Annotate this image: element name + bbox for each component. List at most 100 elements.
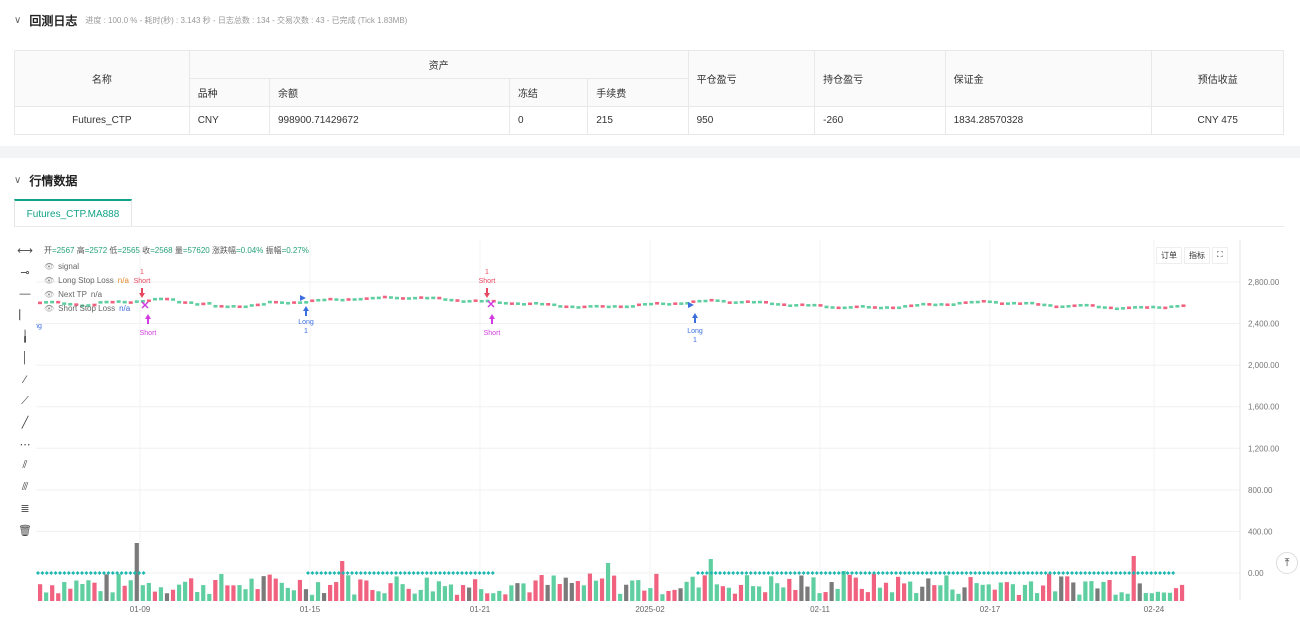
volume-bar xyxy=(110,592,115,601)
volume-bar xyxy=(436,581,441,601)
x-tick-label: 01-15 xyxy=(300,605,321,614)
signal-type-label: Short xyxy=(479,278,496,285)
eye-icon[interactable]: 👁 xyxy=(44,290,54,299)
volume-bar xyxy=(285,587,290,601)
signal-dot xyxy=(1127,571,1132,575)
volume-bar xyxy=(418,589,423,601)
vertical-line-icon[interactable]: ⎸ xyxy=(14,305,36,327)
order-button[interactable]: 订单 xyxy=(1156,247,1182,264)
candle xyxy=(249,304,254,307)
volume-bar xyxy=(853,577,858,601)
candle xyxy=(933,303,938,307)
signal-dot xyxy=(801,571,806,575)
trash-icon[interactable]: 🗑 xyxy=(14,520,36,542)
volume-bar xyxy=(968,577,973,601)
signal-qty-label: 1 xyxy=(485,269,489,276)
signal-dot xyxy=(1061,571,1066,575)
col-margin: 保证金 xyxy=(944,50,1153,107)
candle xyxy=(636,303,641,307)
volume-bar xyxy=(714,584,719,601)
eye-icon[interactable]: 👁 xyxy=(44,262,54,271)
volume-bar xyxy=(642,590,647,601)
candle xyxy=(1066,305,1071,308)
signal-dot xyxy=(1114,571,1118,575)
fib-levels-icon[interactable]: ≣ xyxy=(14,498,36,520)
candle xyxy=(842,306,847,310)
signal-dot xyxy=(735,571,740,575)
segment-line-icon[interactable]: ╱ xyxy=(14,412,36,434)
indicator-button[interactable]: 指标 xyxy=(1184,247,1210,264)
price-channel-icon[interactable]: ⋯ xyxy=(14,434,36,456)
candle xyxy=(431,296,436,300)
volume-bar xyxy=(618,593,623,601)
trend-line-icon[interactable]: ⁄ xyxy=(14,369,36,391)
volume-bar xyxy=(86,580,91,601)
volume-bar xyxy=(720,586,725,601)
parallel-channel-icon[interactable]: ⫽ xyxy=(14,455,36,477)
legend-item[interactable]: 👁 Long Stop Loss n/a xyxy=(44,273,130,287)
candle xyxy=(503,301,508,305)
candle xyxy=(733,301,738,304)
signal-dot xyxy=(40,571,45,575)
volume-bar xyxy=(781,587,786,601)
volume-bar xyxy=(128,580,133,601)
volume-bar xyxy=(80,584,85,601)
volume-bar xyxy=(442,586,448,601)
fibonacci-icon[interactable]: ⫻ xyxy=(14,477,36,499)
horizontal-ray-icon[interactable]: ⊸ xyxy=(14,262,36,284)
y-tick-label: 2,800.00 xyxy=(1248,278,1280,287)
chevron-down-icon[interactable]: ∨ xyxy=(14,175,21,186)
eye-icon[interactable]: 👁 xyxy=(44,304,54,313)
candle xyxy=(437,296,442,300)
legend-item[interactable]: 👁 Short Stop Loss n/a xyxy=(44,301,130,315)
volume-bar xyxy=(261,576,266,601)
signal-dot xyxy=(438,571,442,575)
eye-icon[interactable]: 👁 xyxy=(44,276,54,285)
signal-dot xyxy=(964,571,969,575)
signal-dot xyxy=(1171,571,1176,575)
signal-dot xyxy=(420,571,425,575)
candle xyxy=(757,300,762,304)
tab-futures-ctp-ma888[interactable]: Futures_CTP.MA888 xyxy=(14,199,132,227)
volume-bar xyxy=(1065,576,1070,601)
vertical-segment-icon[interactable]: │ xyxy=(14,348,36,370)
volume-bar xyxy=(920,586,925,601)
candle xyxy=(1127,306,1131,310)
volume-bar xyxy=(835,588,840,601)
signal-type-label: Long xyxy=(687,328,703,335)
signal-dot xyxy=(84,571,89,575)
cell-margin: 1834.28570328 xyxy=(944,106,1153,135)
chevron-down-icon[interactable]: ∨ xyxy=(14,15,21,26)
volume-bar xyxy=(654,573,659,601)
cell-name: Futures_CTP xyxy=(14,106,190,135)
volume-bar xyxy=(902,583,907,601)
assets-table: 名称 资产 平仓盈亏 持仓盈亏 保证金 预估收益 品种 余额 冻结 手续费 Fu… xyxy=(14,50,1284,135)
candle xyxy=(267,300,272,304)
signal-dot xyxy=(810,571,815,575)
volume-bar xyxy=(321,593,327,601)
volume-bar xyxy=(38,584,43,601)
horizontal-segment-icon[interactable]: — xyxy=(14,283,36,305)
signal-dot xyxy=(955,571,960,575)
signal-dot xyxy=(1100,571,1105,575)
horizontal-line-icon[interactable]: ⟷ xyxy=(14,240,36,262)
signal-dot xyxy=(924,571,929,575)
legend-item[interactable]: 👁 Next TP n/a xyxy=(44,287,130,301)
signal-dot xyxy=(411,571,416,575)
volume-bar xyxy=(986,584,991,601)
candle xyxy=(237,305,242,309)
scroll-to-top-button[interactable]: ⤒ xyxy=(1276,552,1298,574)
volume-bar xyxy=(823,592,828,601)
backtest-log-header[interactable]: ∨ 回测日志 进度 : 100.0 % - 耗时(秒) : 3.143 秒 - … xyxy=(14,12,407,29)
market-data-header[interactable]: ∨ 行情数据 xyxy=(14,172,77,189)
vertical-ray-icon[interactable]: ╽ xyxy=(14,326,36,348)
legend-item[interactable]: 👁 signal xyxy=(44,259,130,273)
candlestick-chart[interactable]: 2,800.00 2,400.00 2,000.00 1,600.00 1,200.00… xyxy=(36,240,1300,622)
volume-bar xyxy=(273,578,278,601)
candle xyxy=(812,303,817,307)
signal-dot xyxy=(929,571,934,575)
market-data-title: 行情数据 xyxy=(29,174,78,188)
ray-line-icon[interactable]: ⟋ xyxy=(14,391,36,413)
fullscreen-icon[interactable]: ⛶ xyxy=(1212,247,1228,264)
candle xyxy=(213,304,218,308)
